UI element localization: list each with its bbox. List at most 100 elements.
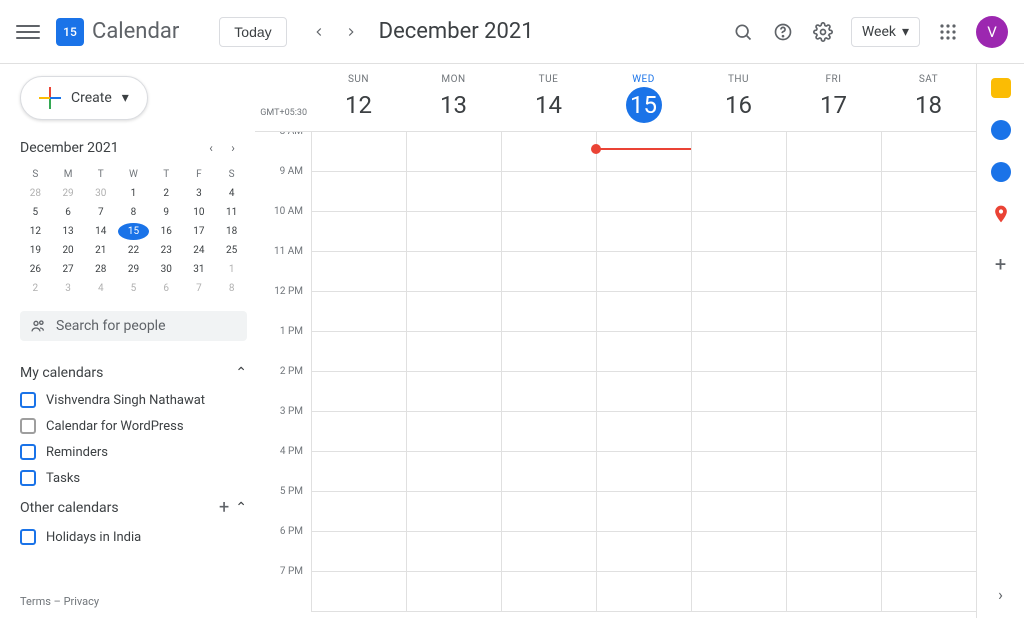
mini-day[interactable]: 28 [85, 261, 116, 278]
search-people-input[interactable]: Search for people [20, 311, 247, 341]
hour-cell[interactable] [882, 532, 976, 572]
hour-cell[interactable] [787, 412, 881, 452]
mini-day[interactable]: 4 [85, 280, 116, 297]
mini-day[interactable]: 30 [85, 185, 116, 202]
hour-cell[interactable] [882, 172, 976, 212]
mini-day[interactable]: 26 [20, 261, 51, 278]
hour-cell[interactable] [787, 252, 881, 292]
mini-day[interactable]: 8 [216, 280, 247, 297]
mini-day[interactable]: 20 [53, 242, 84, 259]
hour-cell[interactable] [787, 572, 881, 612]
hour-cell[interactable] [692, 452, 786, 492]
tasks-icon[interactable] [991, 120, 1011, 140]
mini-day[interactable]: 1 [118, 185, 149, 202]
hour-cell[interactable] [692, 132, 786, 172]
hour-cell[interactable] [882, 452, 976, 492]
hour-cell[interactable] [502, 132, 596, 172]
help-icon[interactable] [763, 12, 803, 52]
day-number[interactable]: 12 [341, 87, 377, 123]
hour-cell[interactable] [882, 132, 976, 172]
hour-cell[interactable] [787, 212, 881, 252]
hour-cell[interactable] [407, 292, 501, 332]
hour-cell[interactable] [312, 372, 406, 412]
hour-cell[interactable] [692, 412, 786, 452]
mini-day[interactable]: 7 [184, 280, 215, 297]
day-number[interactable]: 17 [816, 87, 852, 123]
calendar-item[interactable]: Vishvendra Singh Nathawat [20, 387, 247, 413]
day-column[interactable] [881, 132, 976, 612]
hour-cell[interactable] [502, 532, 596, 572]
add-addon-icon[interactable]: + [995, 252, 1006, 276]
hour-cell[interactable] [407, 532, 501, 572]
add-calendar-icon[interactable]: + [219, 497, 229, 518]
calendar-item[interactable]: Tasks [20, 465, 247, 491]
hour-cell[interactable] [502, 412, 596, 452]
hour-cell[interactable] [312, 252, 406, 292]
today-button[interactable]: Today [219, 17, 286, 47]
calendar-checkbox[interactable] [20, 418, 36, 434]
mini-day[interactable]: 31 [184, 261, 215, 278]
mini-day[interactable]: 2 [20, 280, 51, 297]
calendar-checkbox[interactable] [20, 470, 36, 486]
calendar-item[interactable]: Holidays in India [20, 524, 247, 550]
mini-day[interactable]: 6 [151, 280, 182, 297]
mini-day[interactable]: 28 [20, 185, 51, 202]
hour-cell[interactable] [312, 212, 406, 252]
day-column[interactable] [786, 132, 881, 612]
day-column[interactable] [691, 132, 786, 612]
hour-cell[interactable] [787, 132, 881, 172]
mini-day[interactable]: 11 [216, 204, 247, 221]
hour-cell[interactable] [312, 572, 406, 612]
hour-cell[interactable] [407, 172, 501, 212]
day-number[interactable]: 13 [436, 87, 472, 123]
mini-day[interactable]: 30 [151, 261, 182, 278]
hour-cell[interactable] [692, 532, 786, 572]
hide-side-panel-icon[interactable]: › [998, 571, 1003, 618]
mini-day[interactable]: 14 [85, 223, 116, 240]
menu-icon[interactable] [16, 20, 40, 44]
hour-cell[interactable] [312, 452, 406, 492]
hour-cell[interactable] [597, 132, 691, 172]
mini-day[interactable]: 5 [20, 204, 51, 221]
hour-cell[interactable] [597, 452, 691, 492]
prev-week-button[interactable] [303, 16, 335, 48]
hour-cell[interactable] [502, 492, 596, 532]
mini-day[interactable]: 22 [118, 242, 149, 259]
mini-prev-button[interactable]: ‹ [201, 138, 221, 158]
hour-cell[interactable] [882, 492, 976, 532]
hour-cell[interactable] [407, 212, 501, 252]
day-number[interactable]: 14 [531, 87, 567, 123]
mini-day[interactable]: 8 [118, 204, 149, 221]
mini-day[interactable]: 4 [216, 185, 247, 202]
mini-day[interactable]: 9 [151, 204, 182, 221]
hour-cell[interactable] [787, 532, 881, 572]
search-icon[interactable] [723, 12, 763, 52]
mini-day[interactable]: 29 [53, 185, 84, 202]
hour-cell[interactable] [692, 492, 786, 532]
hour-cell[interactable] [787, 332, 881, 372]
mini-day[interactable]: 13 [53, 223, 84, 240]
mini-day[interactable]: 6 [53, 204, 84, 221]
mini-day[interactable]: 5 [118, 280, 149, 297]
hour-cell[interactable] [882, 332, 976, 372]
hour-cell[interactable] [882, 252, 976, 292]
day-number[interactable]: 16 [721, 87, 757, 123]
mini-day[interactable]: 15 [118, 223, 149, 240]
hour-cell[interactable] [597, 572, 691, 612]
day-header[interactable]: WED15 [596, 64, 691, 131]
hour-cell[interactable] [597, 532, 691, 572]
hour-cell[interactable] [502, 292, 596, 332]
hour-cell[interactable] [502, 372, 596, 412]
day-number[interactable]: 15 [626, 87, 662, 123]
view-selector[interactable]: Week▾ [851, 17, 920, 47]
day-number[interactable]: 18 [911, 87, 947, 123]
calendar-item[interactable]: Calendar for WordPress [20, 413, 247, 439]
hour-cell[interactable] [692, 172, 786, 212]
hour-cell[interactable] [407, 412, 501, 452]
hour-cell[interactable] [692, 292, 786, 332]
hour-cell[interactable] [787, 292, 881, 332]
hour-cell[interactable] [407, 492, 501, 532]
hour-cell[interactable] [312, 332, 406, 372]
hour-cell[interactable] [407, 252, 501, 292]
day-header[interactable]: SUN12 [311, 64, 406, 131]
